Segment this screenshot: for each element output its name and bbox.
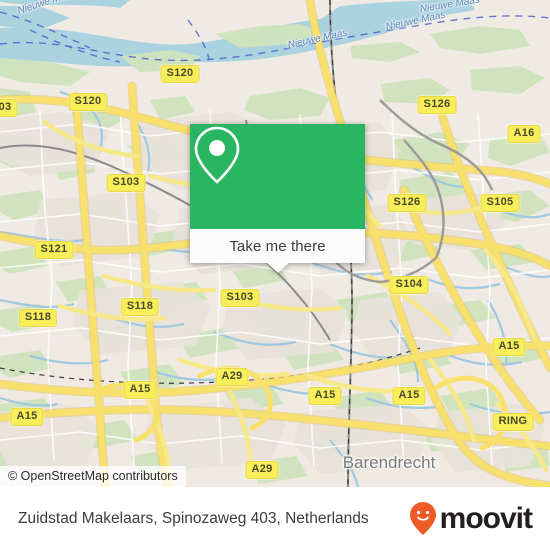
road-shield: A29 [245, 461, 279, 479]
road-shield: A16 [507, 125, 541, 143]
road-shield: S103 [220, 289, 260, 307]
road-shield: A15 [10, 408, 44, 426]
road-shield: S121 [34, 241, 74, 259]
road-shield: S105 [480, 194, 520, 212]
take-me-there-button[interactable]: Take me there [190, 229, 365, 273]
road-shield: A15 [308, 387, 342, 405]
map-pin-icon [194, 126, 240, 184]
road-shield: S126 [387, 194, 427, 212]
moovit-wordmark: moovit [439, 501, 533, 535]
moovit-logo[interactable]: moovit [408, 501, 533, 537]
road-shield: A29 [215, 368, 249, 386]
footer-bar: Zuidstad Makelaars, Spinozaweg 403, Neth… [0, 487, 550, 550]
take-me-there-label: Take me there [229, 237, 326, 255]
road-shield: 03 [0, 99, 18, 117]
location-popup-card[interactable]: Take me there [190, 124, 365, 273]
screenshot-root: Nieuwe Maas Nieuwe Maas Nieuwe Maas Nieu… [0, 0, 550, 550]
road-shield: S118 [120, 298, 160, 316]
road-shield: A15 [392, 387, 426, 405]
place-label-barendrecht: Barendrecht [342, 453, 436, 472]
location-title: Zuidstad Makelaars, Spinozaweg 403, Neth… [18, 509, 369, 527]
popup-tail [266, 263, 289, 273]
road-shield: A15 [492, 338, 526, 356]
road-shield: S104 [389, 276, 429, 294]
road-shield: S120 [160, 65, 200, 83]
road-shield: RING [492, 413, 534, 431]
road-shield: S120 [68, 93, 108, 111]
road-shield: S103 [106, 174, 146, 192]
road-shield: A15 [123, 381, 157, 399]
moovit-pin-smiley-icon [409, 501, 436, 535]
map-canvas[interactable]: Nieuwe Maas Nieuwe Maas Nieuwe Maas Nieu… [0, 0, 550, 487]
road-shield: S118 [18, 309, 58, 327]
map-attribution[interactable]: © OpenStreetMap contributors [0, 466, 186, 487]
popup-marker-area [190, 124, 365, 229]
road-shield: S126 [417, 96, 457, 114]
